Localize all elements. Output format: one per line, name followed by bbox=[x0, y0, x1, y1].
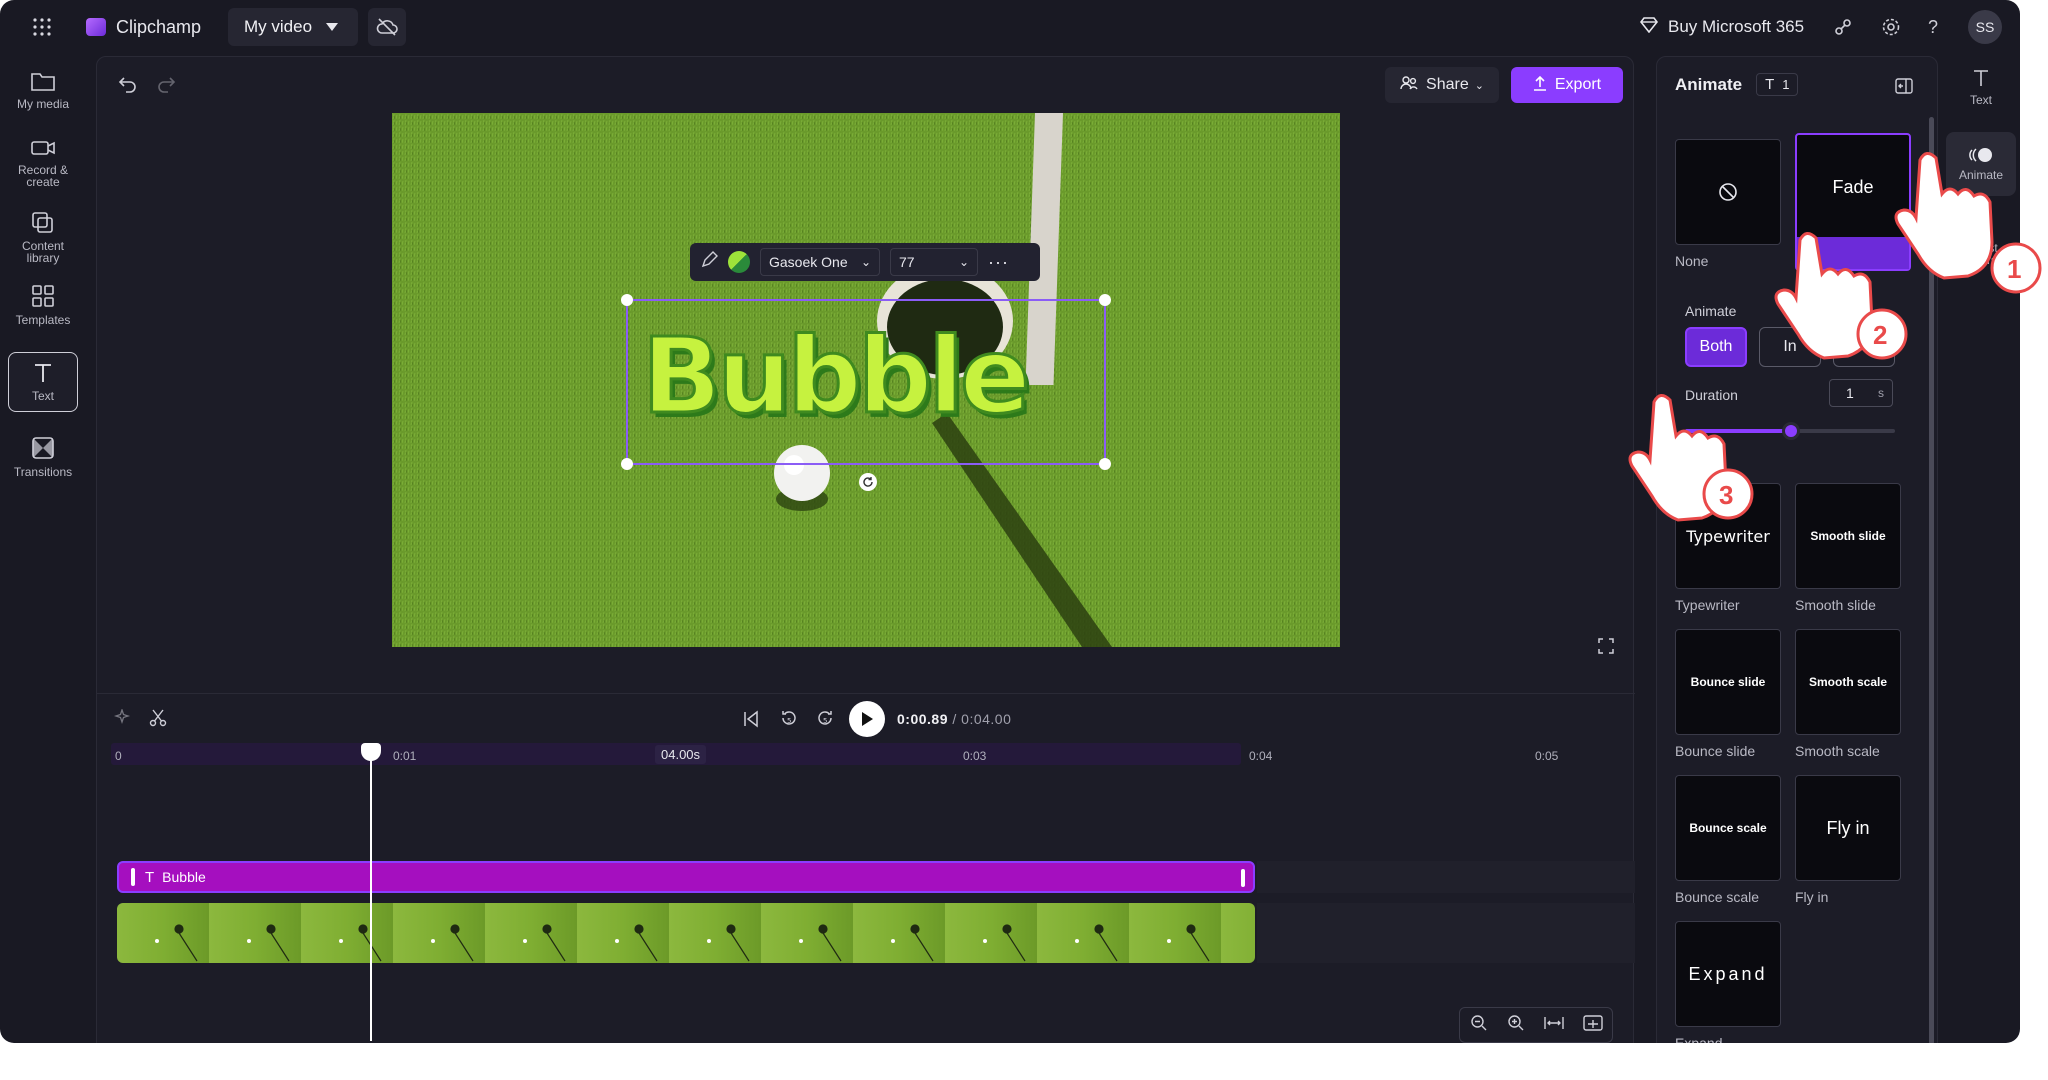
callout-number: 1 bbox=[2007, 254, 2022, 284]
tutorial-callouts bbox=[1628, 152, 2042, 522]
pointer-hand-icon bbox=[1894, 152, 1994, 280]
callout-number: 3 bbox=[1719, 480, 1734, 510]
callout-number: 2 bbox=[1873, 320, 1888, 350]
